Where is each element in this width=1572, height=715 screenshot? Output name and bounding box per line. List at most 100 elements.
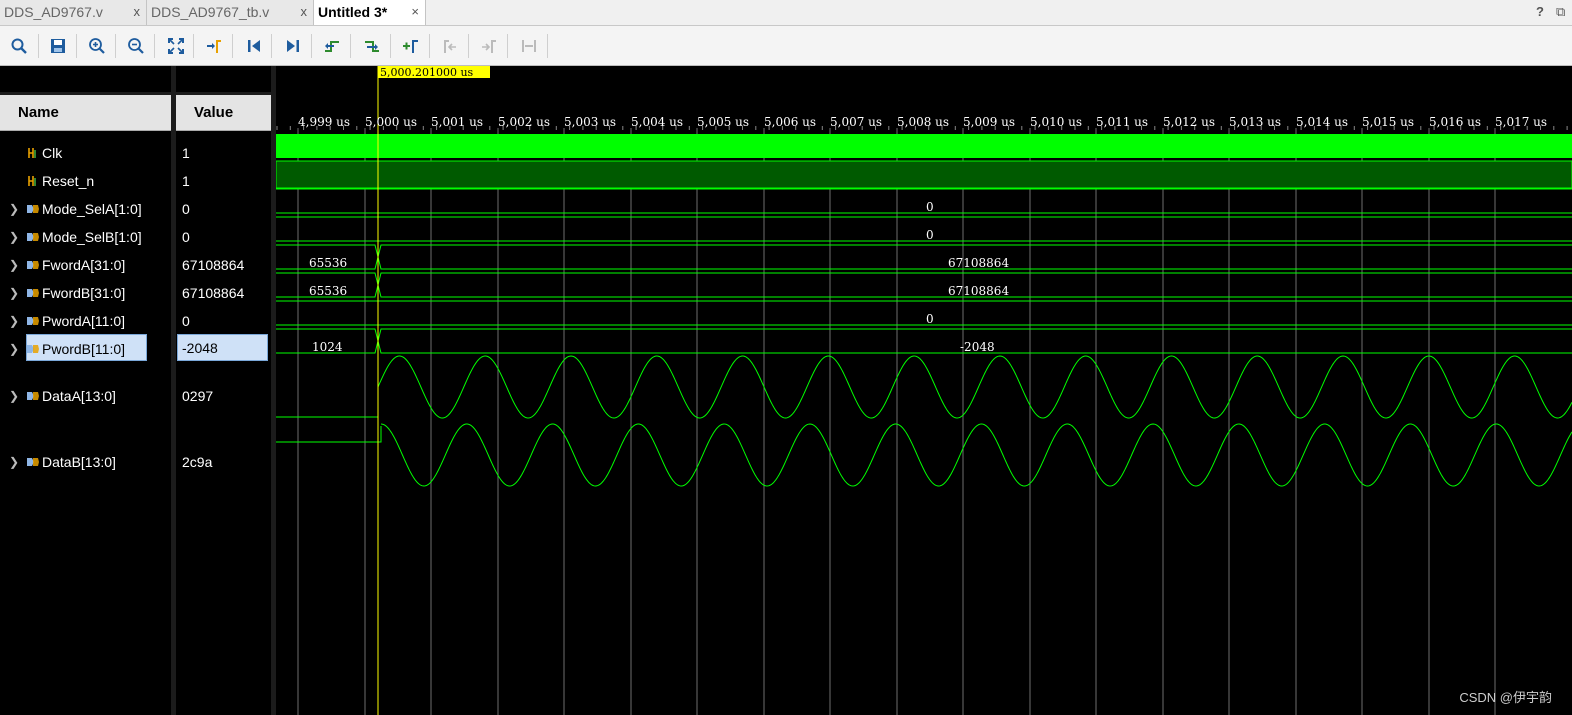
time-tick-label: 5,004 us	[631, 115, 684, 129]
signal-value: 2c9a	[182, 454, 213, 470]
signal-row[interactable]: Reset_n	[0, 167, 171, 195]
zoom-fit-icon[interactable]	[165, 35, 187, 57]
time-tick-label: 5,006 us	[764, 115, 817, 129]
help-icon[interactable]: ?	[1536, 4, 1544, 19]
bit-signal-icon	[28, 148, 36, 158]
reset-wave	[276, 160, 1572, 189]
expand-chevron-icon[interactable]: ❯	[9, 230, 19, 244]
zoom-out-icon[interactable]	[125, 35, 147, 57]
signal-value-cell: 67108864	[176, 279, 271, 307]
expand-chevron-icon[interactable]: ❯	[9, 342, 19, 356]
next-marker-icon[interactable]	[478, 35, 500, 57]
signal-value: 0	[182, 313, 190, 329]
time-tick-label: 5,016 us	[1429, 115, 1482, 129]
time-tick-label: 5,005 us	[697, 115, 750, 129]
bus-value-label: 65536	[309, 256, 348, 270]
expand-chevron-icon[interactable]: ❯	[9, 389, 19, 403]
bus-signal-icon	[27, 233, 39, 241]
bus-signal-icon	[27, 261, 39, 269]
signal-value: 0297	[182, 388, 214, 404]
zoom-in-icon[interactable]	[86, 35, 108, 57]
bus-value-label: 0	[926, 228, 934, 242]
toolbar	[0, 26, 1572, 66]
cursor-time-label[interactable]: 5,000.201000 us	[378, 66, 490, 78]
search-icon[interactable]	[8, 35, 30, 57]
signal-row[interactable]: ❯ PwordA[11:0]	[0, 307, 171, 335]
previous-marker-icon[interactable]	[439, 35, 461, 57]
signal-value-cell: 1	[176, 167, 271, 195]
signal-row[interactable]: ❯ Mode_SelB[1:0]	[0, 223, 171, 251]
tab-dds-ad9767[interactable]: DDS_AD9767.v x	[0, 0, 147, 25]
close-icon[interactable]: x	[134, 0, 141, 24]
expand-chevron-icon[interactable]: ❯	[9, 455, 19, 469]
previous-transition-icon[interactable]	[321, 35, 343, 57]
next-transition-icon[interactable]	[361, 35, 383, 57]
tab-label: DDS_AD9767.v	[4, 4, 103, 20]
signal-row[interactable]: ❯ FwordB[31:0]	[0, 279, 171, 307]
time-tick-label: 5,009 us	[963, 115, 1016, 129]
time-tick-label: 4,999 us	[298, 115, 351, 129]
signal-value-selected[interactable]: -2048	[177, 334, 268, 361]
expand-chevron-icon[interactable]: ❯	[9, 202, 19, 216]
signal-value: 0	[182, 201, 190, 217]
signal-value-cell: 0	[176, 307, 271, 335]
signal-row[interactable]: ❯ FwordA[31:0]	[0, 251, 171, 279]
signal-row[interactable]: Clk	[0, 139, 171, 167]
signal-name: DataA[13:0]	[42, 388, 116, 404]
bus-signal-icon	[27, 205, 39, 213]
save-icon[interactable]	[47, 35, 69, 57]
bus-value-label: -2048	[960, 340, 995, 354]
time-tick-label: 5,013 us	[1229, 115, 1282, 129]
signal-name: PwordA[11:0]	[42, 313, 126, 329]
signal-value: 1	[182, 145, 190, 161]
signal-name: Mode_SelB[1:0]	[42, 229, 142, 245]
signal-value-cell: 0297	[176, 382, 271, 410]
expand-chevron-icon[interactable]: ❯	[9, 286, 19, 300]
swap-cursors-icon[interactable]	[518, 35, 540, 57]
time-tick-label: 5,003 us	[564, 115, 617, 129]
value-header-label: Value	[194, 104, 234, 121]
bus-value-label: 67108864	[948, 256, 1010, 270]
signal-row[interactable]: ❯ Mode_SelA[1:0]	[0, 195, 171, 223]
tab-untitled-3[interactable]: Untitled 3* ×	[314, 0, 426, 25]
signal-value: -2048	[182, 340, 218, 356]
go-to-cursor-icon[interactable]	[203, 35, 225, 57]
value-column-header[interactable]: Value	[176, 95, 271, 131]
add-marker-icon[interactable]	[400, 35, 422, 57]
signal-row[interactable]: ❯ DataA[13:0]	[0, 382, 171, 410]
close-icon[interactable]: x	[301, 0, 308, 24]
waveform-canvas[interactable]	[276, 66, 1572, 715]
clk-wave	[276, 134, 1572, 158]
tab-bar: DDS_AD9767.v x DDS_AD9767_tb.v x Untitle…	[0, 0, 1572, 26]
name-column-header[interactable]: Name	[0, 95, 171, 131]
signal-value-cell: 1	[176, 139, 271, 167]
signal-value-cell: 67108864	[176, 251, 271, 279]
signal-value-cell: 0	[176, 223, 271, 251]
bus-value-label: 1024	[312, 340, 343, 354]
bit-signal-icon	[28, 176, 36, 186]
time-tick-label: 5,007 us	[830, 115, 883, 129]
bus-signal-icon	[27, 458, 39, 466]
time-tick-label: 5,010 us	[1030, 115, 1083, 129]
signal-row[interactable]: ❯ PwordB[11:0]	[0, 335, 171, 363]
signal-value: 0	[182, 229, 190, 245]
signal-name: FwordA[31:0]	[42, 257, 126, 273]
bus-value-label: 65536	[309, 284, 348, 298]
bus-value-label: 0	[926, 312, 934, 326]
close-icon[interactable]: ×	[411, 0, 419, 24]
restore-window-icon[interactable]: ⧉	[1556, 4, 1565, 20]
tab-dds-ad9767-tb[interactable]: DDS_AD9767_tb.v x	[147, 0, 314, 25]
tab-label: Untitled 3*	[318, 4, 388, 20]
data-b-wave	[380, 423, 1572, 487]
signal-name: Reset_n	[42, 173, 95, 189]
signal-row[interactable]: ❯ DataB[13:0]	[0, 448, 171, 476]
signal-name: FwordB[31:0]	[42, 285, 126, 301]
expand-chevron-icon[interactable]: ❯	[9, 258, 19, 272]
time-tick-label: 5,011 us	[1096, 115, 1149, 129]
go-to-time-zero-icon[interactable]	[243, 35, 265, 57]
time-tick-label: 5,012 us	[1163, 115, 1216, 129]
signal-value: 67108864	[182, 257, 245, 273]
bus-signal-icon	[27, 345, 39, 353]
go-to-last-time-icon[interactable]	[282, 35, 304, 57]
expand-chevron-icon[interactable]: ❯	[9, 314, 19, 328]
